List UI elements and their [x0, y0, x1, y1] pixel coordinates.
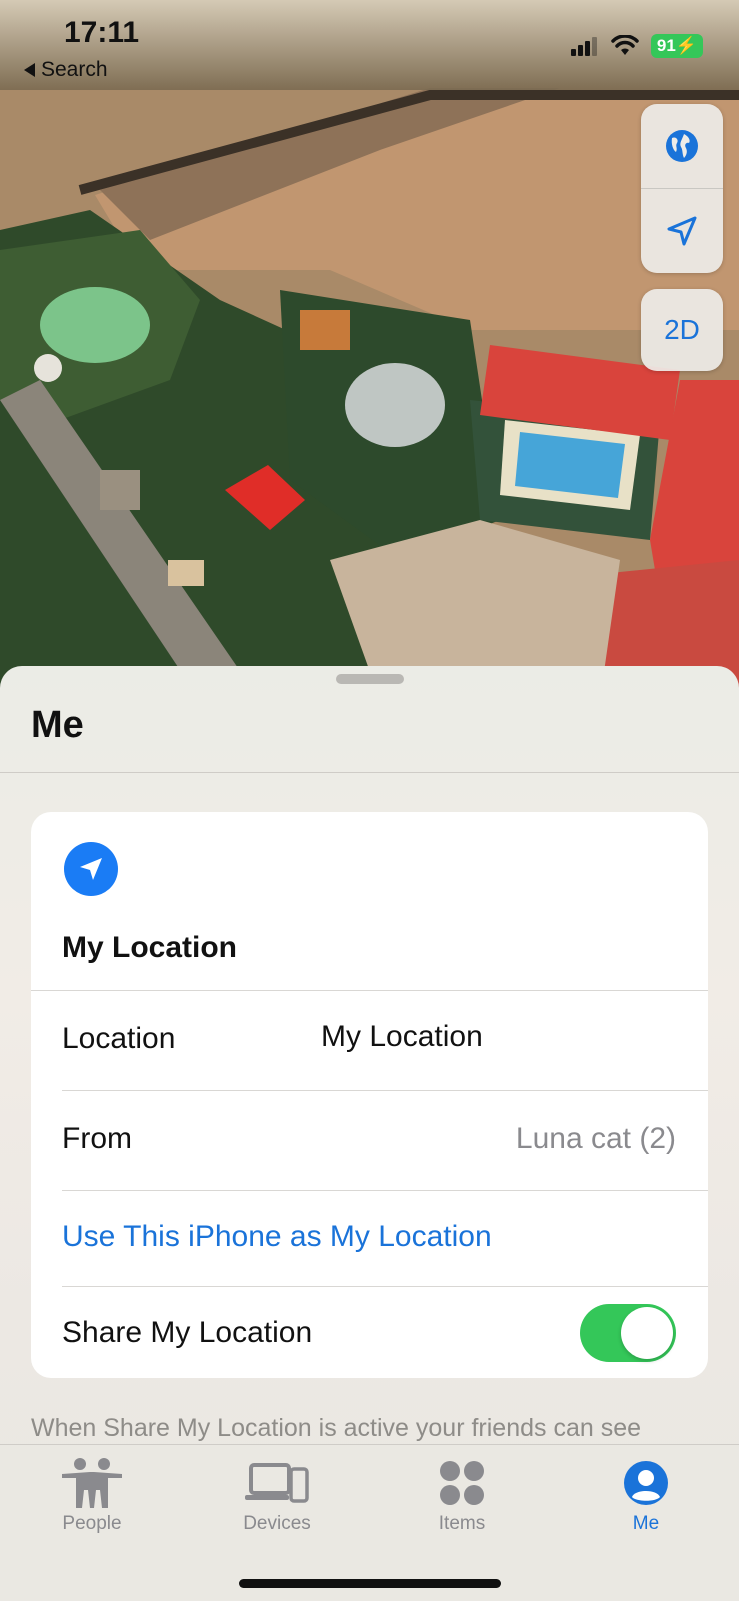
status-bar: 17:11 Search 91⚡: [0, 0, 739, 90]
from-label: From: [62, 1122, 132, 1155]
location-row[interactable]: Location My Location: [31, 990, 708, 1090]
use-this-iphone-link[interactable]: Use This iPhone as My Location: [62, 1220, 492, 1254]
tab-devices-label: Devices: [243, 1513, 311, 1534]
from-row[interactable]: From Luna cat (2): [31, 1090, 708, 1190]
card-title: My Location: [62, 931, 238, 964]
map-style-button[interactable]: [641, 104, 723, 188]
wifi-icon: [611, 35, 639, 55]
battery-indicator: 91⚡: [650, 34, 703, 58]
tab-me[interactable]: Me: [576, 1455, 716, 1535]
location-arrow-outline-icon: [667, 216, 697, 246]
map-2d-toggle-button[interactable]: 2D: [641, 289, 723, 371]
share-location-footnote: When Share My Location is active your fr…: [31, 1414, 642, 1442]
tab-me-label: Me: [632, 1513, 660, 1534]
status-icons: 91⚡: [570, 34, 703, 58]
track-location-button[interactable]: [641, 188, 723, 273]
back-to-search-link[interactable]: Search: [24, 58, 108, 82]
tab-people-label: People: [62, 1513, 122, 1534]
satellite-map[interactable]: [0, 0, 739, 700]
people-icon: [62, 1458, 122, 1508]
me-icon: [624, 1461, 668, 1505]
sheet-grabber[interactable]: [336, 674, 404, 684]
status-time: 17:11: [64, 16, 140, 49]
tab-items-label: Items: [438, 1513, 486, 1534]
location-value: My Location: [321, 1020, 483, 1053]
tab-items[interactable]: Items: [392, 1455, 532, 1535]
from-value: Luna cat (2): [515, 1122, 676, 1155]
items-icon: [440, 1461, 484, 1505]
tab-bar: People Devices Items Me: [0, 1444, 739, 1601]
share-location-row: Share My Location: [31, 1286, 708, 1378]
back-arrow-icon: [24, 63, 35, 77]
toggle-knob: [621, 1307, 673, 1359]
globe-icon: [666, 130, 698, 162]
battery-level: 91: [656, 36, 676, 55]
my-location-card: My Location Location My Location From Lu…: [31, 812, 708, 1378]
location-arrow-icon: [64, 842, 118, 896]
tab-devices[interactable]: Devices: [207, 1455, 347, 1535]
use-this-iphone-row[interactable]: Use This iPhone as My Location: [31, 1190, 708, 1286]
tab-people[interactable]: People: [22, 1455, 162, 1535]
back-label: Search: [41, 58, 108, 81]
devices-icon: [245, 1463, 309, 1503]
map-controls: [641, 104, 723, 273]
home-indicator[interactable]: [239, 1579, 501, 1588]
sheet-divider: [0, 772, 739, 773]
satellite-imagery: [0, 0, 739, 700]
share-location-label: Share My Location: [62, 1316, 313, 1349]
share-location-toggle[interactable]: [580, 1304, 676, 1362]
cellular-signal-icon: [570, 37, 597, 56]
charging-bolt-icon: ⚡: [675, 36, 697, 55]
location-label: Location: [62, 1022, 176, 1055]
sheet-title: Me: [31, 704, 84, 746]
